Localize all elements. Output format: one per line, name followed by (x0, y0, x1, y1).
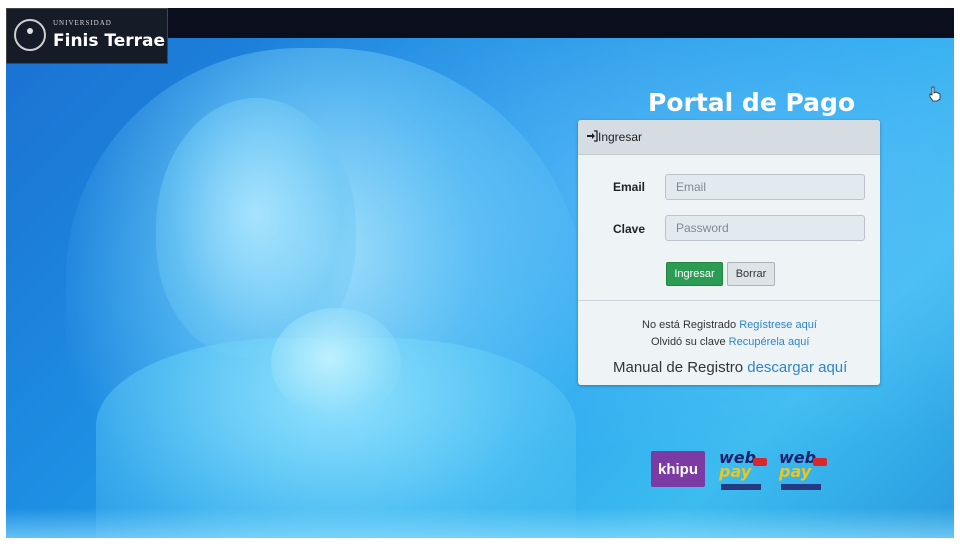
panel-divider (578, 300, 880, 301)
recover-password-link[interactable]: Recupérela aquí (729, 336, 810, 348)
payment-logos: khipu web pay web pay (651, 448, 841, 498)
recover-line: Olvidó su clave Recupérela aquí (651, 336, 809, 348)
page-title: Portal de Pago (648, 88, 856, 117)
manual-text: Manual de Registro (613, 359, 744, 376)
university-logo[interactable]: UNIVERSIDAD Finis Terrae (6, 8, 168, 64)
register-line: No está Registrado Regístrese aquí (642, 319, 817, 331)
webpay-1-cards-icon (721, 484, 761, 490)
webpay-2-badge-icon (813, 458, 827, 466)
forgot-password-text: Olvidó su clave (651, 336, 726, 348)
email-label: Email (613, 180, 646, 194)
webpay-logo-2: web pay (773, 448, 829, 492)
webpay-logo-1: web pay (713, 448, 769, 492)
login-button[interactable]: Ingresar (666, 262, 723, 286)
password-field[interactable] (665, 215, 865, 241)
university-name: Finis Terrae (53, 31, 166, 51)
register-link[interactable]: Regístrese aquí (739, 319, 817, 331)
university-emblem-icon (14, 19, 46, 51)
clear-button[interactable]: Borrar (727, 262, 775, 286)
background-photo-hand (271, 308, 401, 418)
manual-line: Manual de Registro descargar aquí (613, 359, 847, 376)
university-small-label: UNIVERSIDAD (53, 19, 112, 27)
webpay-2-cards-icon (781, 484, 821, 490)
bottom-glow (6, 508, 954, 538)
manual-download-link[interactable]: descargar aquí (747, 359, 847, 376)
webpay-2-bottom: pay (779, 462, 812, 481)
login-panel-title: Ingresar (598, 130, 643, 144)
hand-cursor-icon (929, 86, 941, 102)
email-field[interactable] (665, 174, 865, 200)
khipu-logo: khipu (651, 451, 705, 487)
webpay-1-badge-icon (753, 458, 767, 466)
password-label: Clave (613, 222, 646, 236)
login-panel-header: Ingresar (578, 120, 880, 155)
sign-in-icon (587, 130, 598, 142)
not-registered-text: No está Registrado (642, 319, 737, 331)
webpay-1-bottom: pay (719, 462, 752, 481)
